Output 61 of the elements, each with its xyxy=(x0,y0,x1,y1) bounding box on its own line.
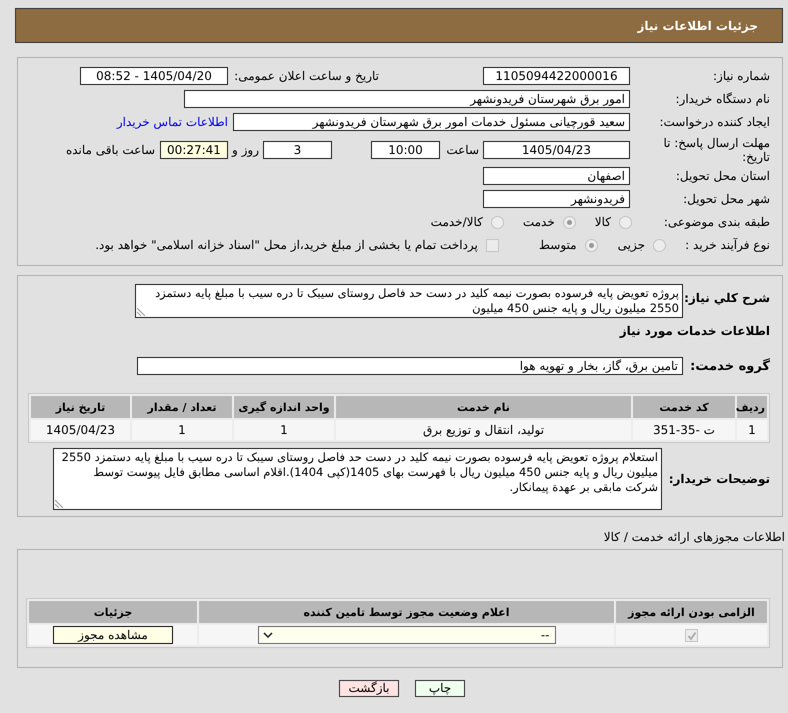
time-label: ساعت xyxy=(446,143,479,157)
field-label: نام دستگاه خریدار: xyxy=(676,92,770,106)
field-label: توضیحات خریدار: xyxy=(668,472,770,486)
summary-textarea[interactable]: پروژه تعویض پایه فرسوده بصورت نیمه کلید در دست حد فاصل روستای سیبک تا دره سیب با مبلغ پایه دستمزد 2550 میلیون ریال و پایه جنس 450 میلیون xyxy=(135,284,683,318)
column-header: جزئیات xyxy=(29,601,197,623)
field-label: شرح کلي نياز: xyxy=(684,291,770,305)
service-group-field[interactable]: تامین برق، گاز، بخار و تهویه هوا xyxy=(137,357,683,375)
remaining-time-field[interactable]: 00:27:41 xyxy=(160,141,228,159)
deadline-time-field[interactable]: 10:00 xyxy=(371,141,440,159)
checkmark-icon xyxy=(686,630,696,641)
buyer-notes-textarea[interactable]: استعلام پروژه تعویض پایه فرسوده بصورت نیمه کلید در دست حد فاصل روستای سیبک تا دره سیب با مبلغ پایه دستمزد 2550 میلیون ریال و پایه جنس 450 میلیون ریال با فهرست بهای 1405(کپی 1404).اقلام اساسی مطابق فایل پیوست توسط شرکت مابقی بر عهدة پیمانکار. xyxy=(53,448,662,510)
field-label: ایجاد کننده درخواست: xyxy=(659,115,770,129)
field-label: تاریخ و ساعت اعلان عمومی: xyxy=(234,69,379,83)
chevron-down-icon xyxy=(262,632,272,638)
column-header: تعداد / مقدار xyxy=(132,396,232,418)
section-title: اطلاعات مجوزهای ارائه خدمت / کالا xyxy=(604,530,785,544)
resize-grip-icon xyxy=(55,499,64,508)
field-label: گروه خدمت: xyxy=(690,358,770,374)
option-label: کالا xyxy=(594,215,611,229)
option-label: جزیی xyxy=(618,238,645,252)
column-header: واحد اندازه گیری xyxy=(234,396,334,418)
need-number-field[interactable]: 1105094422000016 xyxy=(483,67,630,85)
resize-grip-icon xyxy=(137,307,146,316)
option-label: خدمت xyxy=(522,215,555,229)
days-label: روز و xyxy=(232,143,259,157)
column-header: الزامی بودن ارائه مجوز xyxy=(616,601,767,623)
table-cell: 1 xyxy=(132,420,232,440)
column-header: نام خدمت xyxy=(336,396,631,418)
requester-field[interactable]: سعید قورچیانی مسئول خدمات امور برق شهرستان فریدونشهر xyxy=(233,113,630,131)
column-header: اعلام وضعیت مجوز توسط تامین کننده xyxy=(199,601,614,623)
city-field[interactable]: فریدونشهر xyxy=(483,190,630,208)
field-label: شماره نیاز: xyxy=(713,69,770,83)
option-label: کالا/خدمت xyxy=(430,215,483,229)
field-label: نوع فرآیند خرید : xyxy=(685,238,770,252)
table-cell: 1 xyxy=(737,420,767,440)
section-heading: اطلاعات خدمات مورد نياز xyxy=(620,324,770,338)
view-permit-button[interactable]: مشاهده مجوز xyxy=(53,626,173,644)
buyer-contact-link[interactable]: اطلاعات تماس خریدار xyxy=(116,115,228,129)
table-cell: 1 xyxy=(234,420,334,440)
table-cell: 1405/04/23 xyxy=(31,420,130,440)
days-field[interactable]: 3 xyxy=(263,141,332,159)
field-label: مهلت ارسال پاسخ: تا تاریخ: xyxy=(662,136,770,164)
field-label: طبقه بندی موضوعی: xyxy=(664,215,770,229)
deadline-date-field[interactable]: 1405/04/23 xyxy=(483,141,630,159)
page-title: جزئیات اطلاعات نیاز xyxy=(637,18,758,32)
field-label: شهر محل تحویل: xyxy=(683,192,770,206)
announce-date-field[interactable]: 1405/04/20 - 08:52 xyxy=(80,67,228,85)
option-label: پرداخت تمام یا بخشی از مبلغ خرید،از محل "اسناد خزانه اسلامی" خواهد بود. xyxy=(95,238,478,252)
print-button[interactable]: چاپ xyxy=(415,680,465,697)
table-cell: ت -35-351 xyxy=(633,420,735,440)
province-field[interactable]: اصفهان xyxy=(483,167,630,185)
table-cell: تولید، انتقال و توزیع برق xyxy=(336,420,631,440)
buyer-org-field[interactable]: امور برق شهرستان فریدونشهر xyxy=(184,90,630,108)
column-header: تاریخ نیاز xyxy=(31,396,130,418)
field-label: استان محل تحویل: xyxy=(676,169,770,183)
remaining-label: ساعت باقی مانده xyxy=(66,143,155,157)
column-header: ردیف xyxy=(737,396,767,418)
column-header: کد خدمت xyxy=(633,396,735,418)
status-dropdown[interactable]: -- xyxy=(258,626,556,644)
back-button[interactable]: بازگشت xyxy=(339,680,399,697)
option-label: متوسط xyxy=(538,238,577,252)
